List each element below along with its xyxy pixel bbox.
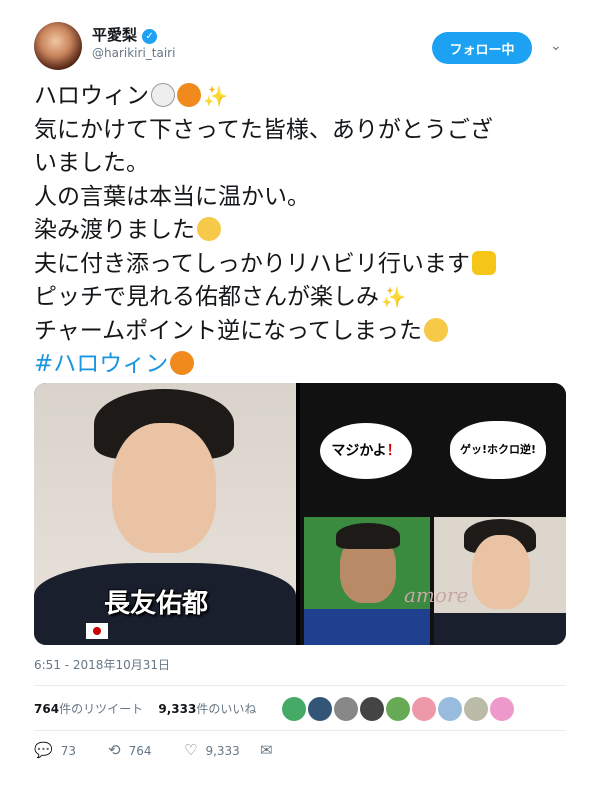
- pumpkin-emoji-icon: [170, 351, 195, 375]
- reply-button[interactable]: 💬 73: [34, 741, 76, 759]
- tweet-header: 平愛梨 ✓ @harikiri_tairi フォロー中 ⌄: [0, 0, 600, 80]
- avatar[interactable]: [34, 22, 82, 70]
- liker-avatar[interactable]: [490, 697, 514, 721]
- chevron-down-icon[interactable]: ⌄: [550, 38, 562, 54]
- tweet-line: 夫に付き添ってしっかりリハビリ行います: [34, 248, 574, 282]
- liker-avatar[interactable]: [438, 697, 462, 721]
- tweet-line: ピッチで見れる佑都さんが楽しみ ✨: [34, 281, 574, 315]
- timestamp[interactable]: 6:51 - 2018年10月31日: [34, 656, 170, 673]
- tweet-text: ハロウィン ✨ 気にかけて下さってた皆様、ありがとうござ いました。 人の言葉は本…: [34, 80, 574, 382]
- ghost-emoji-icon: [151, 83, 175, 107]
- divider: [34, 730, 566, 731]
- tweet-line: チャームポイント逆になってしまった: [34, 315, 574, 349]
- tweet-line: 染み渡りました: [34, 214, 574, 248]
- amore-watermark: amore: [404, 583, 469, 607]
- tweet-line: 気にかけて下さってた皆様、ありがとうござ: [34, 116, 493, 143]
- like-stat[interactable]: 9,333件のいいね: [158, 702, 256, 716]
- liker-avatar[interactable]: [412, 697, 436, 721]
- sparkles-emoji-icon: ✨: [381, 285, 406, 309]
- retweet-button[interactable]: ⟲ 764: [108, 741, 151, 759]
- japan-flag-icon: [86, 623, 108, 639]
- user-handle[interactable]: @harikiri_tairi: [92, 46, 175, 60]
- retweet-icon: ⟲: [108, 741, 121, 759]
- retweet-stat[interactable]: 764件のリツイート: [34, 702, 143, 716]
- heart-icon: ♡: [184, 741, 198, 759]
- liker-avatar[interactable]: [464, 697, 488, 721]
- photo-caption: 長友佑都: [104, 589, 209, 619]
- liker-avatar[interactable]: [386, 697, 410, 721]
- engagement-stats: 764件のリツイート 9,333件のいいね: [34, 700, 256, 717]
- speech-bubble: ゲッ!ホクロ逆!: [450, 421, 546, 479]
- liker-avatar[interactable]: [360, 697, 384, 721]
- tweet-line: いました。: [34, 150, 149, 176]
- speech-bubble: マジかよ！: [320, 423, 412, 479]
- pumpkin-emoji-icon: [177, 83, 201, 107]
- reply-icon: 💬: [34, 741, 53, 759]
- following-button[interactable]: フォロー中: [432, 32, 532, 64]
- crying-emoji-icon: [197, 217, 221, 241]
- liker-avatar[interactable]: [334, 697, 358, 721]
- display-name-text[interactable]: 平愛梨: [92, 26, 137, 44]
- liker-avatar[interactable]: [282, 697, 306, 721]
- divider: [34, 685, 566, 686]
- dm-button[interactable]: ✉: [260, 741, 281, 759]
- photo-right[interactable]: マジかよ！ ゲッ!ホクロ逆! amore: [300, 383, 566, 645]
- tweet-line: 人の言葉は本当に温かい。: [34, 183, 310, 210]
- sweat-smile-emoji-icon: [424, 317, 449, 342]
- sparkles-emoji-icon: ✨: [203, 84, 228, 108]
- hashtag-link[interactable]: #ハロウィン: [34, 351, 168, 377]
- photo-left[interactable]: 長友佑都: [34, 383, 296, 645]
- thumbs-up-emoji-icon: [471, 250, 496, 275]
- mail-icon: ✉: [260, 741, 273, 759]
- tweet-line: ハロウィン ✨: [34, 80, 574, 114]
- player-photo: [304, 517, 430, 645]
- tweet-media[interactable]: 長友佑都 マジかよ！ ゲッ!ホクロ逆! amore: [34, 383, 566, 645]
- liker-avatar[interactable]: [308, 697, 332, 721]
- verified-icon: ✓: [142, 29, 158, 44]
- display-name[interactable]: 平愛梨 ✓: [92, 24, 158, 45]
- tweet-line: #ハロウィン: [34, 348, 574, 382]
- like-button[interactable]: ♡ 9,333: [184, 741, 240, 759]
- costume-photo: [434, 517, 566, 645]
